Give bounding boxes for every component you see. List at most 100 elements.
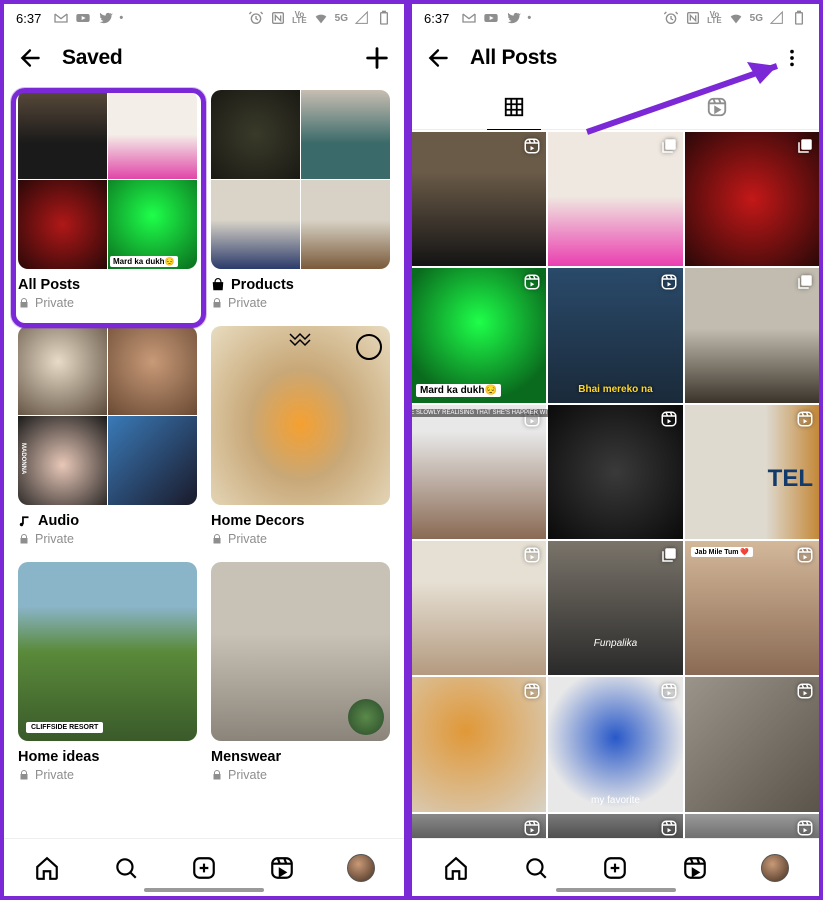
more-options-button[interactable] <box>775 41 809 75</box>
screen-saved: 6:37 • VoLTE 5G Saved Mard ka duk <box>0 0 408 900</box>
reel-icon <box>660 273 678 291</box>
status-time: 6:37 <box>424 11 449 26</box>
avatar-icon <box>347 854 375 882</box>
tab-grid[interactable] <box>412 84 616 129</box>
thumb-caption: Mard ka dukh😔 <box>110 256 178 267</box>
post-cell[interactable]: my favorite <box>548 677 682 811</box>
screen-all-posts: 6:37 • VoLTE 5G All Posts Mard ka dukh😔 B… <box>408 0 823 900</box>
post-cell[interactable] <box>685 268 819 402</box>
post-cell[interactable] <box>685 814 819 838</box>
home-indicator <box>144 888 264 892</box>
post-cell[interactable] <box>412 132 546 266</box>
wifi-icon <box>728 10 744 26</box>
net-type: 5G <box>335 13 348 24</box>
net-type: 5G <box>750 13 763 24</box>
post-text: TEL <box>768 465 813 493</box>
nav-home[interactable] <box>8 839 86 896</box>
twitter-icon <box>97 10 113 26</box>
back-button[interactable] <box>422 41 456 75</box>
post-cell[interactable] <box>548 132 682 266</box>
collection-audio[interactable]: MADONNA Audio Private <box>18 326 197 546</box>
post-cell[interactable]: Bhai mereko na <box>548 268 682 402</box>
view-tabs <box>412 84 819 130</box>
post-cell[interactable]: Mard ka dukh😔 <box>412 268 546 402</box>
gmail-icon <box>461 10 477 26</box>
status-time: 6:37 <box>16 11 41 26</box>
collection-menswear[interactable]: Menswear Private <box>211 562 390 782</box>
collection-privacy: Private <box>211 532 390 546</box>
post-cell[interactable] <box>412 541 546 675</box>
reel-icon <box>523 682 541 700</box>
post-cell[interactable]: Funpalika <box>548 541 682 675</box>
reel-icon <box>660 410 678 428</box>
header-title: All Posts <box>470 46 557 70</box>
collection-privacy: Private <box>18 296 197 310</box>
post-cell[interactable]: Jab Mile Tum ❤️ <box>685 541 819 675</box>
battery-icon <box>376 10 392 26</box>
wifi-icon <box>313 10 329 26</box>
post-text: Funpalika <box>594 638 637 649</box>
status-bar: 6:37 • VoLTE 5G <box>4 4 404 32</box>
header-saved: Saved <box>4 32 404 84</box>
reel-icon <box>660 819 678 837</box>
posts-scroll[interactable]: Mard ka dukh😔 Bhai mereko na POV: YOU'RE S… <box>412 132 819 838</box>
status-bar: 6:37 • VoLTE 5G <box>412 4 819 32</box>
tab-reels[interactable] <box>616 84 820 129</box>
carousel-icon <box>660 137 678 155</box>
nav-profile[interactable] <box>735 839 815 896</box>
carousel-icon <box>796 137 814 155</box>
twitter-icon <box>505 10 521 26</box>
signal-icon <box>769 10 785 26</box>
collection-home-decors[interactable]: Home Decors Private <box>211 326 390 546</box>
gmail-icon <box>53 10 69 26</box>
collection-home-ideas[interactable]: CLIFFSIDE RESORT Home ideas Private <box>18 562 197 782</box>
collection-all-posts[interactable]: Mard ka dukh😔 All Posts Private <box>18 90 197 310</box>
collection-name: Home ideas <box>18 749 197 765</box>
collection-privacy: Private <box>18 768 197 782</box>
collection-name: Audio <box>18 513 197 529</box>
post-cell[interactable] <box>548 405 682 539</box>
reel-icon <box>796 546 814 564</box>
post-cell[interactable] <box>548 814 682 838</box>
collection-privacy: Private <box>211 768 390 782</box>
saved-collections-scroll[interactable]: Mard ka dukh😔 All Posts Private Products… <box>4 84 404 838</box>
home-indicator <box>556 888 676 892</box>
reel-icon <box>523 819 541 837</box>
battery-icon <box>791 10 807 26</box>
nav-home[interactable] <box>416 839 496 896</box>
nav-profile[interactable] <box>322 839 400 896</box>
reel-icon <box>523 273 541 291</box>
youtube-icon <box>483 10 499 26</box>
post-cell[interactable] <box>412 677 546 811</box>
alarm-icon <box>248 10 264 26</box>
collection-name: Products <box>211 277 390 293</box>
avatar-icon <box>761 854 789 882</box>
collection-privacy: Private <box>211 296 390 310</box>
post-text: Bhai mereko na <box>578 384 652 395</box>
reel-icon <box>523 546 541 564</box>
volte-icon: VoLTE <box>292 12 307 25</box>
carousel-icon <box>796 273 814 291</box>
carousel-icon <box>660 546 678 564</box>
reel-icon <box>660 682 678 700</box>
dot-icon: • <box>527 12 531 24</box>
nfc-icon <box>270 10 286 26</box>
post-cell[interactable] <box>685 677 819 811</box>
post-cell[interactable]: POV: YOU'RE SLOWLY REALISING THAT SHE'S … <box>412 405 546 539</box>
volte-icon: VoLTE <box>707 12 722 25</box>
post-caption: Mard ka dukh😔 <box>416 384 501 397</box>
post-text: Jab Mile Tum ❤️ <box>691 547 753 557</box>
collection-name: Home Decors <box>211 513 390 529</box>
add-collection-button[interactable] <box>360 41 394 75</box>
collection-name: All Posts <box>18 277 197 293</box>
alarm-icon <box>663 10 679 26</box>
reel-icon <box>796 819 814 837</box>
post-cell[interactable]: TEL <box>685 405 819 539</box>
header-title: Saved <box>62 46 122 70</box>
back-button[interactable] <box>14 41 48 75</box>
post-cell[interactable] <box>685 132 819 266</box>
collection-products[interactable]: Products Private <box>211 90 390 310</box>
post-cell[interactable] <box>412 814 546 838</box>
nfc-icon <box>685 10 701 26</box>
post-text: my favorite <box>591 795 640 806</box>
